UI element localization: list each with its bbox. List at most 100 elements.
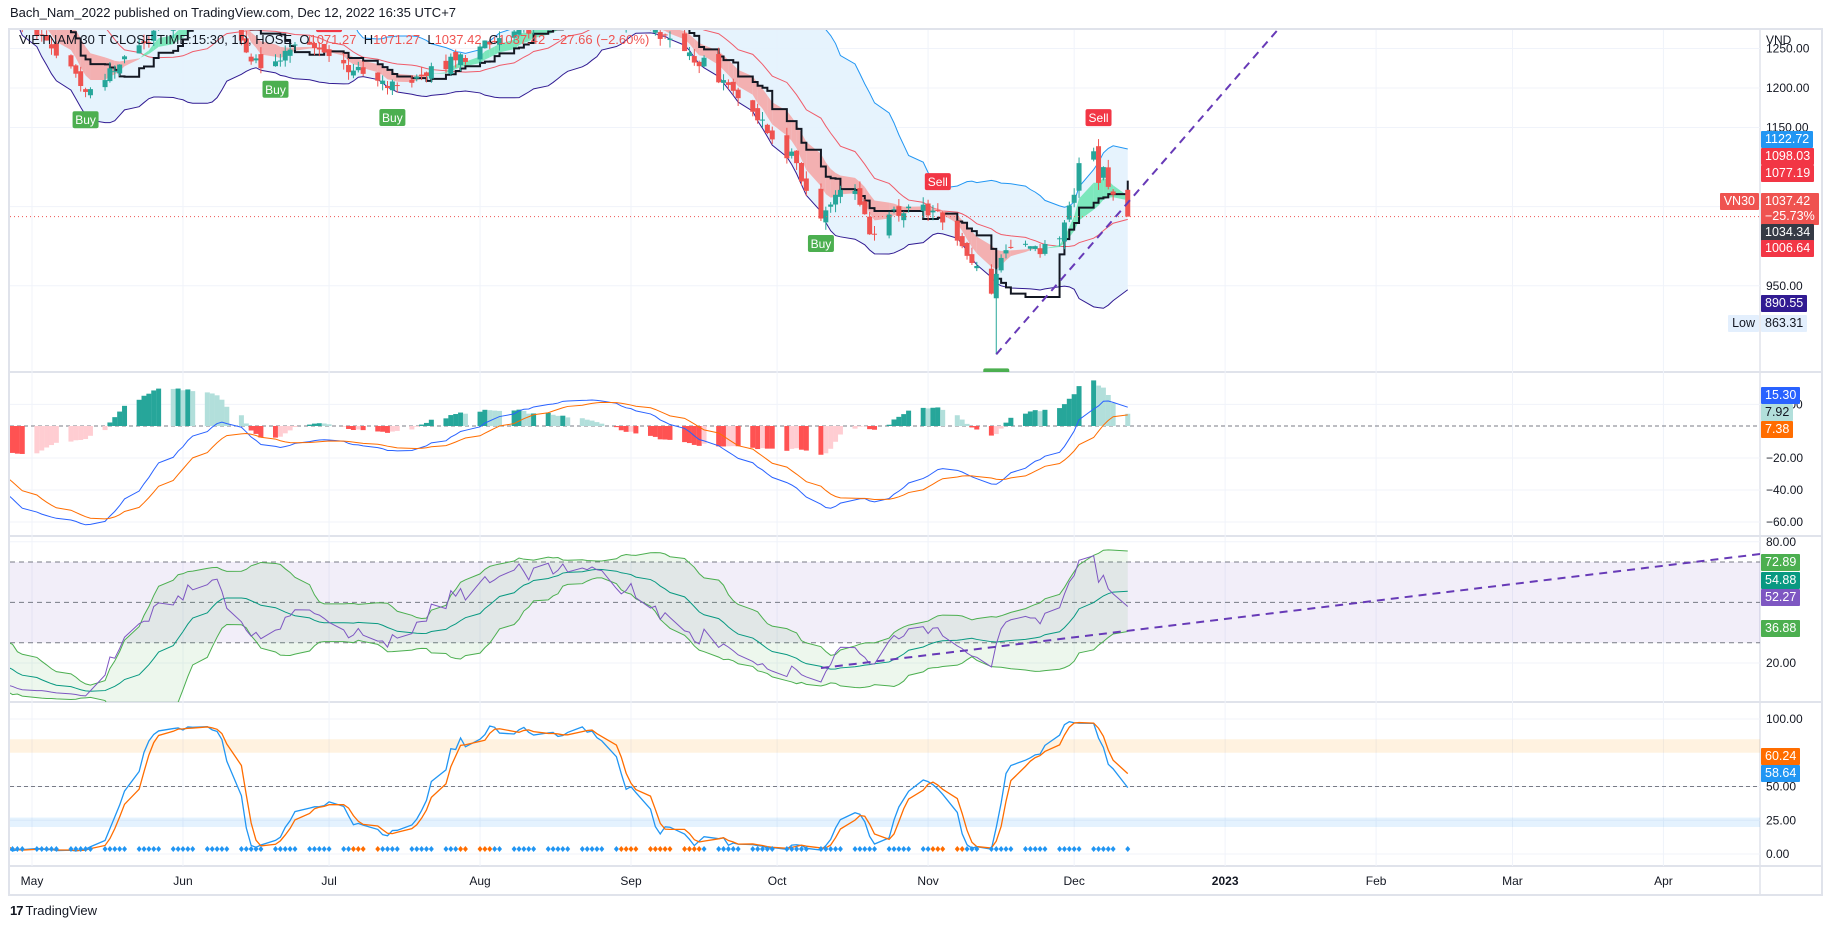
macd-histogram-bar — [375, 426, 381, 432]
candle-body — [1076, 163, 1082, 191]
high-label: H — [363, 32, 374, 47]
macd-histogram-bar — [409, 426, 415, 430]
candle-body — [122, 56, 128, 60]
stoch-signal-dot — [584, 846, 590, 852]
macd-histogram-bar — [686, 426, 692, 444]
candle — [15, 0, 20, 24]
ribbon-up-segment — [557, 30, 559, 31]
ribbon-down-segment — [636, 18, 651, 22]
macd-histogram-bar — [657, 426, 663, 440]
axis-value-tag: 72.89 — [1761, 554, 1801, 571]
macd-histogram-bar — [833, 426, 839, 442]
stoch-signal-dot — [613, 846, 619, 852]
macd-histogram-bar — [886, 424, 892, 426]
candle-body — [701, 57, 707, 67]
stoch-signal-dot — [1008, 846, 1014, 852]
buy-signal-marker: Buy — [983, 368, 1010, 372]
candle-body — [355, 66, 361, 71]
candle-body — [1027, 246, 1033, 249]
stoch-signal-dot — [555, 846, 561, 852]
axis-tick-label: 0.00 — [1766, 847, 1790, 861]
chart-canvas[interactable]: May Jun Jul Aug Sep Oct Nov Dec 2023 Feb Mar Apr125… — [0, 0, 1834, 931]
stoch-signal-dot — [516, 846, 522, 852]
ribbon-down-segment — [631, 16, 636, 18]
candle-body — [419, 74, 425, 77]
candle-body — [696, 61, 702, 67]
candle — [862, 199, 868, 215]
stoch-signal-dot — [190, 846, 196, 852]
stoch-signal-dot — [204, 846, 210, 852]
candle-body — [837, 189, 843, 197]
candle — [988, 264, 994, 295]
candle-body — [117, 64, 123, 74]
stoch-signal-dot — [594, 846, 600, 852]
ribbon-up-segment — [597, 10, 602, 17]
time-axis-label: Jul — [321, 874, 336, 888]
macd-histogram-bar — [857, 426, 863, 427]
macd-histogram-bar — [1071, 394, 1077, 426]
stoch-signal-dot — [550, 846, 556, 852]
macd-histogram-bar — [448, 415, 454, 426]
stoch-signal-dot — [589, 846, 595, 852]
candle-body — [925, 203, 931, 216]
time-axis-label: Mar — [1502, 874, 1523, 888]
candle-body — [750, 100, 756, 112]
ribbon-down-segment — [37, 0, 42, 22]
candle-body — [83, 89, 89, 92]
tag-value: 15.30 — [1765, 388, 1797, 402]
candle-body — [1022, 243, 1028, 245]
macd-histogram-bar — [10, 426, 11, 453]
candle-body — [20, 22, 25, 28]
candle — [190, 8, 195, 16]
stoch-signal-dot — [682, 846, 688, 852]
ribbon-down-segment — [47, 30, 52, 35]
candle-body — [1110, 191, 1116, 195]
candle-body — [477, 46, 483, 60]
stoch-signal-dot — [224, 846, 230, 852]
macd-histogram-bar — [667, 426, 673, 440]
candle-body — [629, 14, 634, 21]
ribbon-up-segment — [568, 14, 583, 25]
candle — [182, 30, 184, 31]
ribbon-up-segment — [563, 16, 568, 27]
candle-body — [73, 65, 79, 74]
macd-histogram-bar — [146, 393, 152, 426]
candle — [954, 220, 960, 246]
axis-value-tag: 1006.64 — [1761, 240, 1815, 257]
candle-body — [1091, 151, 1097, 160]
stoch-signal-dot — [477, 846, 483, 852]
price-trendline[interactable] — [995, 29, 1279, 355]
candle-body — [219, 0, 224, 10]
candle-body — [360, 67, 366, 74]
buy-signal-marker: Buy — [807, 234, 834, 252]
tradingview-logo[interactable]: 17 TradingView — [10, 903, 97, 918]
stoch-signal-dot — [380, 846, 386, 852]
candle — [448, 53, 454, 76]
macd-histogram-bar — [78, 426, 84, 440]
stoch-signal-dot — [34, 846, 40, 852]
candle — [993, 269, 999, 355]
marker-label: Buy — [382, 111, 403, 125]
macd-histogram-bar — [258, 426, 264, 438]
stoch-signal-dot — [458, 846, 464, 852]
macd-histogram-bar — [273, 426, 278, 438]
candle-body — [551, 9, 556, 21]
candle-body — [1032, 246, 1038, 249]
macd-histogram-bar — [803, 426, 809, 451]
stoch-signal-dot — [686, 846, 692, 852]
stoch-signal-dot — [891, 846, 897, 852]
macd-histogram-bar — [925, 408, 931, 426]
candle-body — [828, 204, 834, 207]
macd-histogram-bar — [696, 426, 702, 446]
macd-histogram-bar — [287, 426, 293, 431]
stoch-signal-dot — [355, 846, 361, 852]
tag-value: 1077.19 — [1765, 166, 1811, 180]
candle-body — [784, 135, 790, 159]
stoch-signal-dot — [482, 846, 488, 852]
axis-value-tag: 60.24 — [1761, 748, 1801, 765]
stoch-signal-dot — [1105, 846, 1111, 852]
candle-body — [867, 216, 873, 235]
stoch-signal-dot — [862, 846, 868, 852]
macd-histogram-bar — [755, 426, 761, 450]
stoch-signal-dot — [497, 846, 503, 852]
